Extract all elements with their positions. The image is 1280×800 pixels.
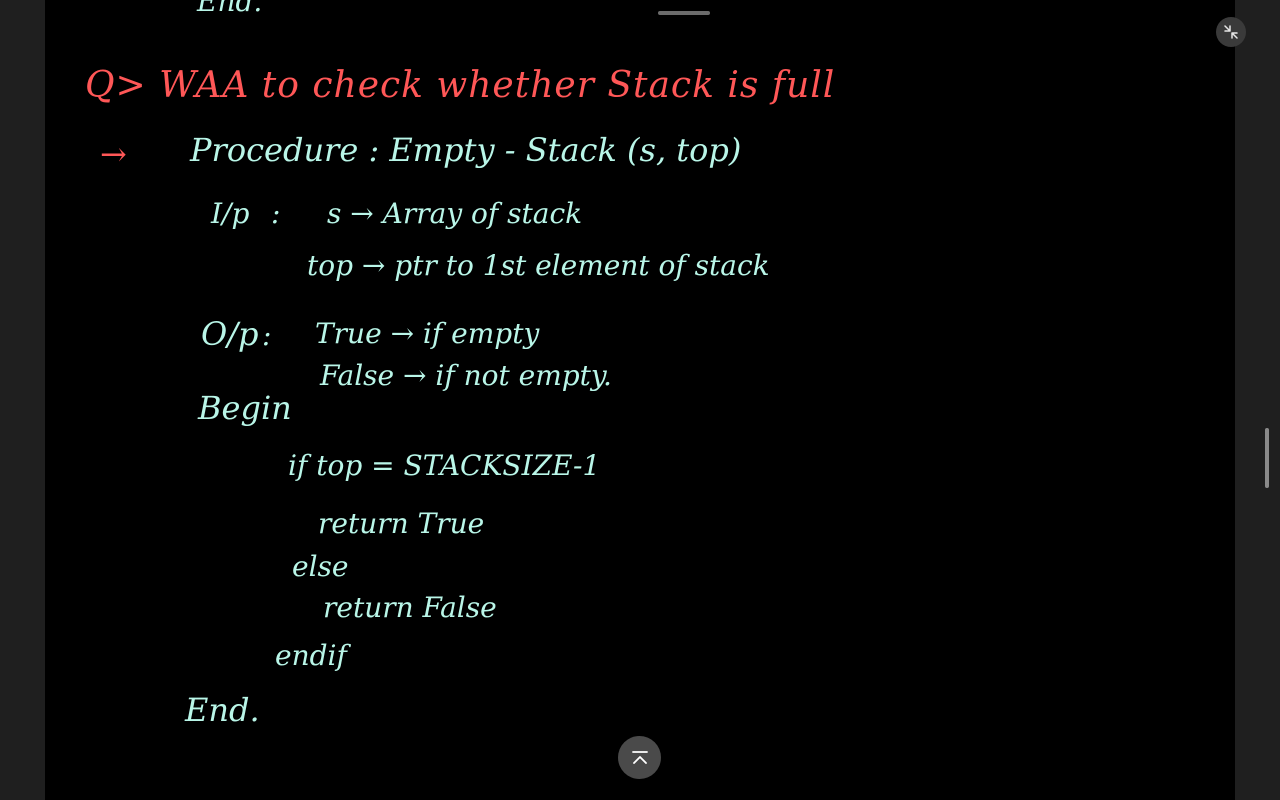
if-line: if top = STACKSIZE-1 bbox=[288, 449, 601, 482]
endif-line: endif bbox=[275, 639, 347, 672]
output-true-line: True → if empty bbox=[315, 317, 540, 350]
input-colon: : bbox=[271, 197, 281, 230]
end-line: End. bbox=[185, 691, 260, 729]
note-page: End. Q> WAA to check whether Stack is fu… bbox=[45, 0, 1235, 800]
return-true-line: return True bbox=[318, 507, 485, 540]
output-false-line: False → if not empty. bbox=[320, 359, 612, 392]
begin-line: Begin bbox=[198, 389, 292, 427]
input-label: I/p bbox=[211, 197, 250, 230]
return-false-line: return False bbox=[323, 591, 497, 624]
collapse-button[interactable] bbox=[1216, 17, 1246, 47]
procedure-line: Procedure : Empty - Stack (s, top) bbox=[190, 131, 742, 169]
input-s-line: s → Array of stack bbox=[327, 197, 583, 230]
note-viewer: End. Q> WAA to check whether Stack is fu… bbox=[0, 0, 1280, 800]
arrow-icon: → bbox=[100, 135, 127, 173]
chevron-up-icon bbox=[631, 750, 648, 764]
collapse-icon bbox=[1224, 25, 1238, 39]
vertical-scrollbar[interactable] bbox=[1265, 428, 1269, 488]
drag-handle[interactable] bbox=[658, 11, 710, 15]
output-label: O/p bbox=[201, 315, 259, 353]
question-title: Q> WAA to check whether Stack is full bbox=[85, 65, 836, 106]
scroll-to-top-button[interactable] bbox=[618, 736, 661, 779]
output-colon: : bbox=[262, 319, 272, 352]
previous-end-text: End. bbox=[197, 0, 263, 18]
else-line: else bbox=[292, 550, 349, 583]
input-top-line: top → ptr to 1st element of stack bbox=[307, 249, 770, 282]
